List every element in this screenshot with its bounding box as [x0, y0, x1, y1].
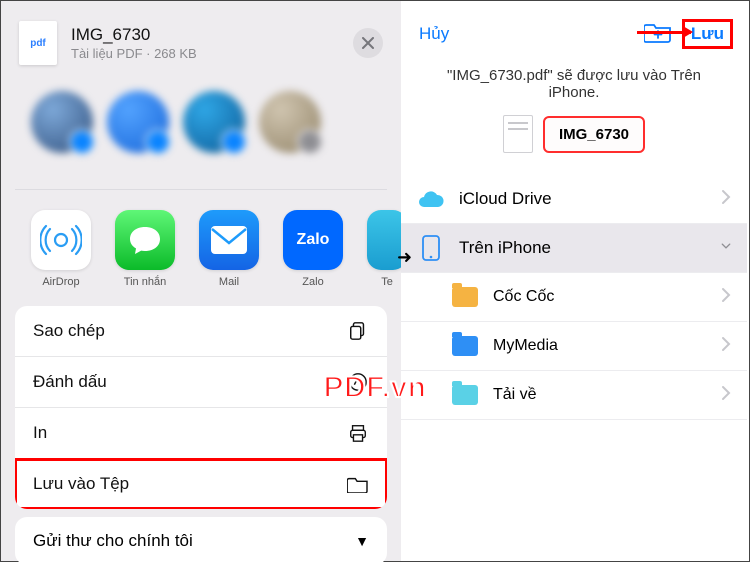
action-copy[interactable]: Sao chép	[15, 306, 387, 357]
avatar	[259, 91, 321, 153]
share-contacts-row[interactable]	[1, 81, 401, 189]
copy-icon	[347, 320, 369, 342]
location-folder-taive[interactable]: Tải về	[401, 371, 747, 420]
iphone-icon	[417, 236, 445, 260]
files-save-header: Hủy Lưu	[401, 1, 747, 61]
location-on-iphone[interactable]: Trên iPhone	[401, 224, 747, 273]
chevron-right-icon	[721, 189, 731, 210]
avatar	[107, 91, 169, 153]
location-icloud-drive[interactable]: iCloud Drive	[401, 175, 747, 224]
file-meta: Tài liệu PDF · 268 KB	[71, 46, 197, 61]
print-icon	[347, 422, 369, 444]
cancel-button[interactable]: Hủy	[419, 24, 449, 44]
close-icon	[362, 37, 374, 49]
share-sheet-header: pdf IMG_6730 Tài liệu PDF · 268 KB	[1, 1, 401, 81]
new-folder-button[interactable]	[644, 21, 672, 48]
folder-icon	[451, 285, 479, 309]
folder-icon	[347, 473, 369, 495]
annotation-arrow-icon	[637, 31, 691, 34]
location-folder-mymedia[interactable]: MyMedia	[401, 322, 747, 371]
app-zalo[interactable]: Zalo Zalo	[283, 210, 343, 288]
action-save-to-files[interactable]: Lưu vào Tệp	[15, 459, 387, 509]
file-name: IMG_6730	[71, 25, 197, 45]
app-mail[interactable]: Mail	[199, 210, 259, 288]
share-apps-row: AirDrop Tin nhắn Mail Zalo Zalo	[1, 190, 401, 306]
avatar	[183, 91, 245, 153]
share-actions-list: Sao chép Đánh dấu In Lưu vào Tệp	[15, 306, 387, 509]
file-thumbnail-icon	[503, 115, 533, 153]
messages-icon	[115, 210, 175, 270]
chevron-down-icon	[721, 238, 731, 259]
app-airdrop[interactable]: AirDrop	[31, 210, 91, 288]
chevron-right-icon	[721, 385, 731, 406]
filename-input[interactable]: IMG_6730	[543, 116, 645, 153]
close-button[interactable]	[353, 28, 383, 58]
app-messages[interactable]: Tin nhắn	[115, 210, 175, 288]
pdf-badge-icon: pdf	[19, 21, 57, 65]
airdrop-icon	[31, 210, 91, 270]
folder-icon	[451, 334, 479, 358]
save-destination-message: "IMG_6730.pdf" sẽ được lưu vào Trên iPho…	[401, 61, 747, 115]
save-locations-list: iCloud Drive Trên iPhone Cốc Cốc MyMedia	[401, 175, 747, 420]
watermark: PDF.vn	[323, 371, 426, 405]
zalo-icon: Zalo	[283, 210, 343, 270]
file-preview: IMG_6730	[401, 115, 747, 175]
action-print[interactable]: In	[15, 408, 387, 459]
chevron-right-icon	[721, 287, 731, 308]
annotation-arrow-icon: ➜	[397, 247, 412, 268]
folder-icon	[451, 383, 479, 407]
avatar	[31, 91, 93, 153]
chevron-right-icon	[721, 336, 731, 357]
action-mail-self[interactable]: Gửi thư cho chính tôi ▼	[15, 517, 387, 565]
icloud-icon	[417, 187, 445, 211]
location-folder-coccoc[interactable]: Cốc Cốc	[401, 273, 747, 322]
mail-icon	[199, 210, 259, 270]
dropdown-icon: ▼	[355, 533, 369, 549]
